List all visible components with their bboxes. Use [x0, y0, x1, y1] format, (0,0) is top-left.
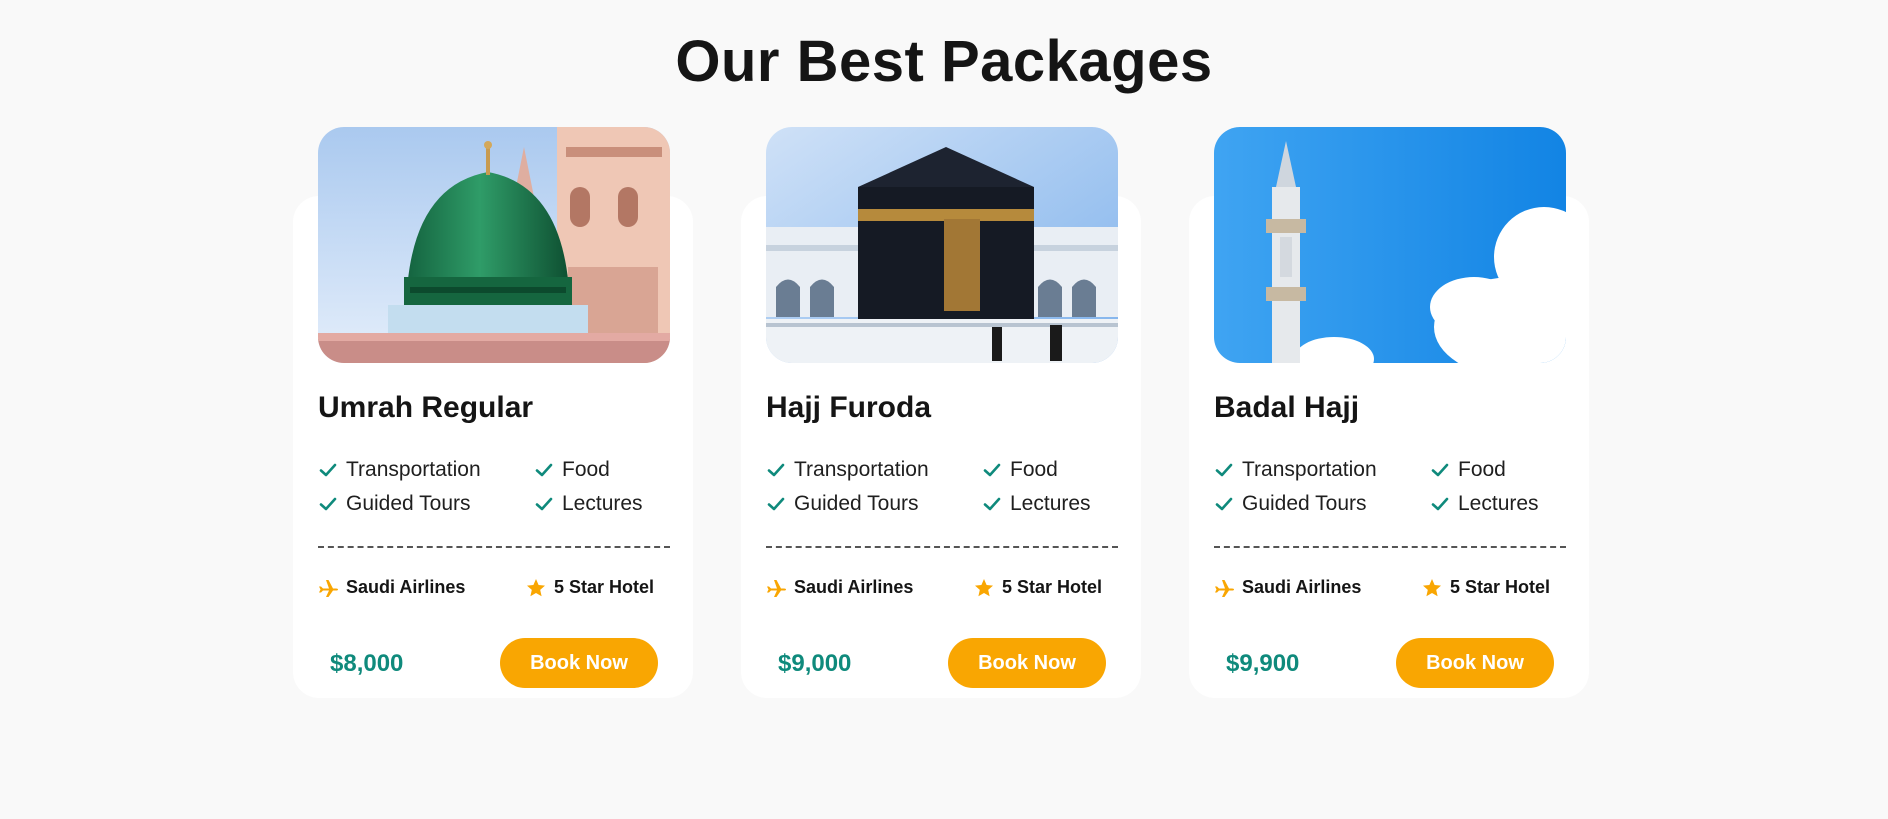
package-card-badal-hajj: Badal Hajj Transportation Food Guided To… [1189, 127, 1589, 698]
airline-info: Saudi Airlines [766, 577, 913, 598]
dashed-divider [766, 546, 1118, 548]
check-icon [319, 463, 337, 477]
airline-label: Saudi Airlines [346, 577, 466, 597]
package-price: $9,000 [778, 650, 852, 677]
check-icon [983, 497, 1001, 511]
feature-label: Food [562, 458, 610, 481]
airline-info: Saudi Airlines [318, 577, 465, 598]
package-title: Umrah Regular [318, 391, 534, 424]
check-icon [319, 497, 337, 511]
airline-info: Saudi Airlines [1214, 577, 1361, 598]
feature-item: Food [534, 458, 610, 482]
amenities-row: Saudi Airlines 5 Star Hotel [318, 577, 670, 603]
section-title: Our Best Packages [675, 29, 1213, 94]
check-icon [1431, 463, 1449, 477]
green-dome-mosque-image [318, 127, 670, 363]
feature-item: Transportation [766, 458, 929, 482]
feature-label: Food [1010, 458, 1058, 481]
feature-item: Guided Tours [1214, 492, 1367, 516]
feature-label: Transportation [794, 458, 929, 481]
feature-label: Food [1458, 458, 1506, 481]
hotel-info: 5 Star Hotel [1422, 577, 1550, 598]
amenities-row: Saudi Airlines 5 Star Hotel [1214, 577, 1566, 603]
kaaba-image [766, 127, 1118, 363]
feature-item: Lectures [534, 492, 643, 516]
check-icon [767, 463, 785, 477]
airplane-icon [1215, 579, 1234, 597]
star-icon [975, 578, 993, 596]
feature-label: Transportation [346, 458, 481, 481]
hotel-label: 5 Star Hotel [554, 577, 655, 597]
package-price: $8,000 [330, 650, 404, 677]
dashed-divider [1214, 546, 1566, 548]
check-icon [983, 463, 1001, 477]
feature-label: Transportation [1242, 458, 1377, 481]
minaret-sky-image [1214, 127, 1566, 363]
hotel-info: 5 Star Hotel [974, 577, 1102, 598]
feature-item: Lectures [1430, 492, 1539, 516]
feature-item: Food [982, 458, 1058, 482]
airplane-icon [319, 579, 338, 597]
check-icon [535, 463, 553, 477]
feature-item: Guided Tours [766, 492, 919, 516]
feature-label: Guided Tours [346, 492, 471, 515]
package-card-hajj-furoda: Hajj Furoda Transportation Food Guided T… [741, 127, 1141, 698]
feature-item: Transportation [318, 458, 481, 482]
feature-item: Transportation [1214, 458, 1377, 482]
package-title: Badal Hajj [1214, 391, 1360, 424]
feature-item: Food [1430, 458, 1506, 482]
check-icon [1431, 497, 1449, 511]
star-icon [1423, 578, 1441, 596]
airline-label: Saudi Airlines [1242, 577, 1362, 597]
check-icon [767, 497, 785, 511]
hotel-label: 5 Star Hotel [1002, 577, 1103, 597]
hotel-info: 5 Star Hotel [526, 577, 654, 598]
check-icon [535, 497, 553, 511]
package-price: $9,900 [1226, 650, 1300, 677]
feature-item: Lectures [982, 492, 1091, 516]
star-icon [527, 578, 545, 596]
feature-label: Lectures [1010, 492, 1091, 515]
airplane-icon [767, 579, 786, 597]
package-title: Hajj Furoda [766, 391, 932, 424]
book-now-button[interactable]: Book Now [1396, 638, 1554, 688]
package-card-umrah-regular: Umrah Regular Transportation Food Guided… [293, 127, 693, 698]
feature-item: Guided Tours [318, 492, 471, 516]
check-icon [1215, 463, 1233, 477]
book-now-button[interactable]: Book Now [948, 638, 1106, 688]
check-icon [1215, 497, 1233, 511]
feature-label: Guided Tours [1242, 492, 1367, 515]
amenities-row: Saudi Airlines 5 Star Hotel [766, 577, 1118, 603]
feature-label: Guided Tours [794, 492, 919, 515]
feature-label: Lectures [562, 492, 643, 515]
book-now-button[interactable]: Book Now [500, 638, 658, 688]
hotel-label: 5 Star Hotel [1450, 577, 1551, 597]
dashed-divider [318, 546, 670, 548]
feature-label: Lectures [1458, 492, 1539, 515]
airline-label: Saudi Airlines [794, 577, 914, 597]
